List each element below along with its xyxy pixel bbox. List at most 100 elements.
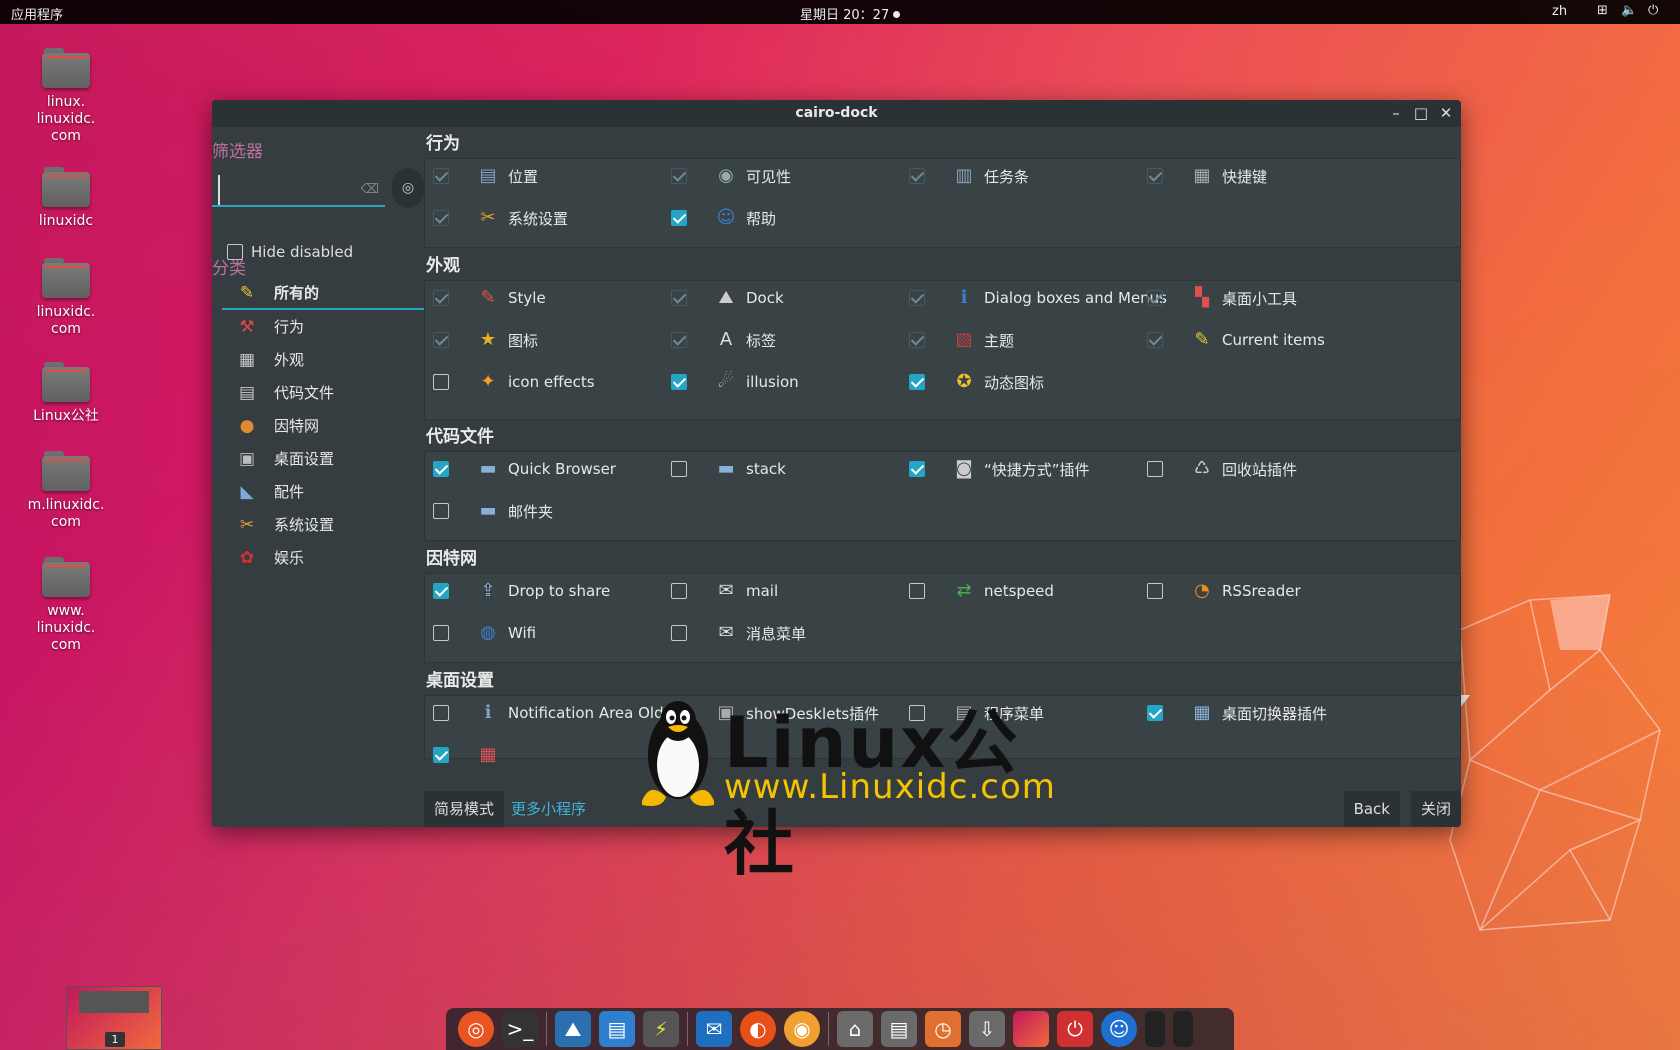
shutdown-icon[interactable]: ⏻ [1057, 1011, 1093, 1047]
applet-checkbox[interactable] [1147, 461, 1163, 477]
applet-checkbox[interactable] [433, 705, 449, 721]
downloads-folder-icon[interactable]: ⇩ [969, 1011, 1005, 1047]
category-item[interactable]: ● 因特网 [222, 409, 424, 442]
category-item[interactable]: ▦ 外观 [222, 343, 424, 376]
applet-label[interactable]: “快捷方式”插件 [984, 459, 1090, 480]
workspace-switcher[interactable]: 1 [66, 986, 162, 1050]
applet-item[interactable]: ⇪ Drop to share [433, 577, 610, 605]
terminal-icon[interactable]: >_ [502, 1011, 538, 1047]
applet-checkbox[interactable] [1147, 290, 1163, 306]
applet-checkbox[interactable] [433, 332, 449, 348]
applet-checkbox[interactable] [671, 625, 687, 641]
applet-label[interactable]: 帮助 [746, 208, 776, 229]
applet-item[interactable]: ✎ Current items [1147, 326, 1325, 354]
applet-label[interactable]: Quick Browser [508, 460, 616, 478]
network-icon[interactable]: ⊞ [1597, 3, 1608, 18]
applet-label[interactable]: 可见性 [746, 166, 791, 187]
applet-label[interactable]: 动态图标 [984, 372, 1044, 393]
home-folder-icon[interactable]: ⌂ [837, 1011, 873, 1047]
applet-item[interactable]: ✂ 系统设置 [433, 204, 568, 232]
applet-checkbox[interactable] [909, 332, 925, 348]
mail-client-icon[interactable]: ✉ [696, 1011, 732, 1047]
applet-checkbox[interactable] [909, 583, 925, 599]
applet-label[interactable]: Drop to share [508, 582, 610, 600]
desktop-folder-www-linuxidc-com[interactable]: www. linuxidc. com [11, 557, 121, 654]
applet-checkbox[interactable] [671, 583, 687, 599]
applet-checkbox[interactable] [671, 374, 687, 390]
documents-folder-icon[interactable]: ▤ [881, 1011, 917, 1047]
applet-checkbox[interactable] [671, 332, 687, 348]
applet-checkbox[interactable] [433, 461, 449, 477]
accessibility-icon[interactable]: ☺ [1101, 1011, 1137, 1047]
applet-checkbox[interactable] [433, 168, 449, 184]
category-item[interactable]: ✎ 所有的 [222, 277, 424, 310]
category-item[interactable]: ▤ 代码文件 [222, 376, 424, 409]
system-monitor-icon[interactable]: ⚡ [643, 1011, 679, 1047]
applet-label[interactable]: Dialog boxes and Menus [984, 289, 1167, 307]
applet-label[interactable]: mail [746, 582, 778, 600]
applet-checkbox[interactable] [1147, 168, 1163, 184]
applet-checkbox[interactable] [433, 374, 449, 390]
desktop-folder-linuxidc-com[interactable]: linuxidc. com [11, 258, 121, 338]
applet-checkbox[interactable] [1147, 705, 1163, 721]
applet-item[interactable]: ⛰ Dock [671, 284, 784, 312]
applet-label[interactable]: 任务条 [984, 166, 1029, 187]
applet-item[interactable]: ▬ stack [671, 455, 786, 483]
applet-item[interactable]: ▤ 位置 [433, 162, 538, 190]
ubuntu-icon[interactable]: ◎ [458, 1011, 494, 1047]
applet-label[interactable]: 快捷键 [1222, 166, 1267, 187]
applet-label[interactable]: 桌面切换器插件 [1222, 703, 1327, 724]
applet-item[interactable]: ℹ Notification Area Old [433, 699, 664, 727]
filter-search-input[interactable] [218, 175, 368, 205]
applet-label[interactable]: Dock [746, 289, 784, 307]
applet-label[interactable]: RSSreader [1222, 582, 1301, 600]
cairo-dock-settings-icon[interactable]: ◉ [784, 1011, 820, 1047]
applet-item[interactable]: ▧ 主题 [909, 326, 1014, 354]
applet-item[interactable]: ✉ 消息菜单 [671, 619, 806, 647]
applet-item[interactable]: ☺ 帮助 [671, 204, 776, 232]
close-window-button[interactable]: ✕ [1435, 100, 1457, 127]
desktop-folder-linux-linuxidc-com[interactable]: linux. linuxidc. com [11, 48, 121, 145]
applet-item[interactable]: ℹ Dialog boxes and Menus [909, 284, 1167, 312]
applet-item[interactable]: ▥ 任务条 [909, 162, 1029, 190]
applet-checkbox[interactable] [433, 290, 449, 306]
volume-icon[interactable]: 🔈 [1621, 3, 1637, 18]
applet-label[interactable]: Wifi [508, 624, 536, 642]
applet-label[interactable]: 系统设置 [508, 208, 568, 229]
applet-checkbox[interactable] [433, 503, 449, 519]
back-button[interactable]: Back [1343, 791, 1400, 827]
applet-item[interactable]: ▦ 快捷键 [1147, 162, 1267, 190]
applet-checkbox[interactable] [433, 625, 449, 641]
applet-label[interactable]: Style [508, 289, 546, 307]
applet-item[interactable]: ✪ 动态图标 [909, 368, 1044, 396]
applet-label[interactable]: 主题 [984, 330, 1014, 351]
minimize-button[interactable]: – [1385, 100, 1407, 127]
applet-item[interactable]: ✎ Style [433, 284, 546, 312]
applet-item[interactable]: ◉ 可见性 [671, 162, 791, 190]
dock-applet-right-icon[interactable] [1173, 1011, 1193, 1047]
clear-search-icon[interactable]: ⌫ [361, 182, 379, 197]
applet-checkbox[interactable] [909, 168, 925, 184]
applet-checkbox[interactable] [909, 290, 925, 306]
applet-item[interactable]: ☄ illusion [671, 368, 799, 396]
category-item[interactable]: ▣ 桌面设置 [222, 442, 424, 475]
image-viewer-icon[interactable]: ⛰ [555, 1011, 591, 1047]
applet-item[interactable]: A 标签 [671, 326, 776, 354]
applet-label[interactable]: 回收站插件 [1222, 459, 1297, 480]
applet-label[interactable]: icon effects [508, 373, 595, 391]
maximize-button[interactable]: □ [1410, 100, 1432, 127]
text-editor-icon[interactable]: ▤ [599, 1011, 635, 1047]
applet-item[interactable]: ◍ Wifi [433, 619, 536, 647]
applet-checkbox[interactable] [433, 583, 449, 599]
applet-item[interactable]: ◙ “快捷方式”插件 [909, 455, 1090, 483]
applet-checkbox[interactable] [671, 210, 687, 226]
clock[interactable]: 星期日 20：27 [800, 4, 901, 23]
desktop-folder-linux-gongshe[interactable]: Linux公社 [11, 362, 121, 425]
applet-label[interactable]: 位置 [508, 166, 538, 187]
category-item[interactable]: ⚒ 行为 [222, 310, 424, 343]
applet-item[interactable]: ▦ [433, 741, 508, 769]
filter-options-button[interactable]: ◎ [392, 168, 424, 208]
applet-item[interactable]: ✉ mail [671, 577, 778, 605]
close-button[interactable]: 关闭 [1410, 791, 1461, 827]
desktop-folder-linuxidc[interactable]: linuxidc [11, 167, 121, 230]
